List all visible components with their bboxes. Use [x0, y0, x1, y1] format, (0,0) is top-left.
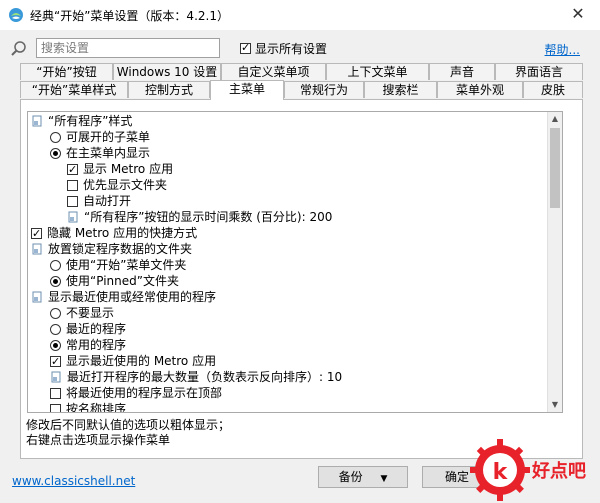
- checkbox[interactable]: [67, 162, 78, 178]
- tree-item[interactable]: 将最近使用的程序显示在顶部: [50, 385, 222, 401]
- tree-item[interactable]: 最近打开程序的最大数量（负数表示反向排序）: 10: [50, 369, 342, 385]
- tree-item-label: 在主菜单内显示: [66, 146, 151, 160]
- settings-tree[interactable]: “所有程序”样式 可展开的子菜单 在主菜单内显示 显示 Metro 应用 优先显…: [27, 111, 563, 413]
- tree-item-label: 隐藏 Metro 应用的快捷方式: [47, 226, 198, 240]
- tree-item[interactable]: 最近的程序: [50, 321, 126, 337]
- checkbox[interactable]: [67, 195, 78, 207]
- tree-item[interactable]: 隐藏 Metro 应用的快捷方式: [31, 225, 198, 242]
- checkbox[interactable]: [50, 387, 61, 399]
- tree-item[interactable]: 放置锁定程序数据的文件夹: [31, 241, 192, 257]
- tree-item[interactable]: 显示最近使用或经常使用的程序: [31, 289, 216, 305]
- checkbox[interactable]: [50, 354, 61, 370]
- backup-button[interactable]: 备份 ▼: [318, 466, 408, 488]
- scroll-up-icon[interactable]: ▲: [548, 112, 562, 126]
- tree-item-label: “所有程序”按钮的显示时间乘数 (百分比): 200: [84, 210, 333, 224]
- tree-item-label: 最近的程序: [66, 322, 127, 336]
- tree-item[interactable]: 自动打开: [67, 193, 131, 209]
- tree-item-label: 可展开的子菜单: [66, 130, 151, 144]
- document-icon: [32, 291, 42, 303]
- tree-item-label: 将最近使用的程序显示在顶部: [66, 386, 223, 400]
- tree-item[interactable]: 显示 Metro 应用: [67, 161, 174, 178]
- tree-item[interactable]: 可展开的子菜单: [50, 129, 150, 145]
- tree-item-label: 常用的程序: [66, 338, 127, 352]
- tree-item[interactable]: 按名称排序: [50, 401, 127, 413]
- status-line: 右键点击选项显示操作菜单: [26, 433, 171, 447]
- search-icon: [11, 41, 26, 56]
- checkbox[interactable]: [67, 179, 78, 191]
- tab-context-menu[interactable]: 上下文菜单: [326, 63, 429, 80]
- scroll-thumb[interactable]: [550, 128, 560, 208]
- show-all-label: 显示所有设置: [255, 42, 328, 56]
- tab-main-menu[interactable]: 主菜单: [210, 80, 284, 100]
- radio-button[interactable]: [50, 259, 61, 271]
- show-all-checkbox[interactable]: [240, 41, 251, 54]
- tree-scrollbar[interactable]: ▲ ▼: [547, 112, 562, 412]
- watermark-logo: k 好点吧: [470, 439, 586, 501]
- tree-item[interactable]: “所有程序”样式: [31, 113, 132, 129]
- tree-item-label: 优先显示文件夹: [83, 178, 168, 192]
- tree-item-label: “所有程序”样式: [48, 114, 133, 128]
- tree-item-label: 按名称排序: [66, 402, 127, 413]
- tab-search-box[interactable]: 搜索栏: [364, 81, 437, 98]
- tree-item[interactable]: 使用“开始”菜单文件夹: [50, 257, 186, 273]
- tree-item-label: 放置锁定程序数据的文件夹: [48, 242, 193, 256]
- radio-button[interactable]: [50, 323, 61, 335]
- tree-item-label: 不要显示: [66, 306, 115, 320]
- document-icon: [32, 243, 42, 255]
- tree-item[interactable]: 优先显示文件夹: [67, 177, 167, 193]
- tree-item-label: 使用“Pinned”文件夹: [66, 274, 179, 288]
- watermark-text: 好点吧: [531, 460, 586, 482]
- document-icon: [32, 115, 42, 127]
- window-title: 经典“开始”菜单设置（版本：4.2.1）: [30, 9, 229, 23]
- status-text: 修改后不同默认值的选项以粗体显示； 右键点击选项显示操作菜单: [26, 418, 230, 448]
- close-icon[interactable]: ✕: [556, 0, 600, 30]
- tree-item-label: 显示 Metro 应用: [83, 162, 174, 176]
- document-icon: [51, 371, 61, 383]
- show-all-settings[interactable]: 显示所有设置: [240, 40, 327, 57]
- tab-start-button[interactable]: “开始”按钮: [20, 63, 113, 80]
- tab-skin[interactable]: 皮肤: [523, 81, 583, 98]
- app-shell-icon: [9, 8, 23, 22]
- title-bar: 经典“开始”菜单设置（版本：4.2.1） ✕: [0, 0, 600, 30]
- tree-item-label: 最近打开程序的最大数量（负数表示反向排序）: 10: [67, 370, 343, 384]
- tree-item-label: 显示最近使用或经常使用的程序: [48, 290, 217, 304]
- tree-item[interactable]: 在主菜单内显示: [50, 145, 150, 161]
- radio-button[interactable]: [50, 307, 61, 319]
- tab-windows10-settings[interactable]: Windows 10 设置: [113, 63, 221, 80]
- tab-custom-menu-items[interactable]: 自定义菜单项: [221, 63, 326, 80]
- radio-button[interactable]: [50, 339, 61, 351]
- tree-item-label: 显示最近使用的 Metro 应用: [66, 354, 217, 368]
- tree-item-label: 自动打开: [83, 194, 132, 208]
- tree-item[interactable]: “所有程序”按钮的显示时间乘数 (百分比): 200: [67, 209, 332, 225]
- tab-menu-look[interactable]: 菜单外观: [437, 81, 523, 98]
- tab-sounds[interactable]: 声音: [429, 63, 495, 80]
- main-menu-panel: “所有程序”样式 可展开的子菜单 在主菜单内显示 显示 Metro 应用 优先显…: [20, 99, 583, 459]
- scroll-down-icon[interactable]: ▼: [548, 398, 562, 412]
- radio-button[interactable]: [50, 131, 61, 143]
- chevron-down-icon: ▼: [380, 474, 388, 484]
- checkbox[interactable]: [50, 403, 61, 412]
- radio-button[interactable]: [50, 275, 61, 287]
- tab-start-menu-style[interactable]: “开始”菜单样式: [20, 81, 128, 98]
- tree-item[interactable]: 显示最近使用的 Metro 应用: [50, 353, 217, 370]
- tab-general-behavior[interactable]: 常规行为: [284, 81, 364, 98]
- tree-item[interactable]: 使用“Pinned”文件夹: [50, 273, 179, 289]
- tab-language[interactable]: 界面语言: [495, 63, 583, 80]
- tree-item-label: 使用“开始”菜单文件夹: [66, 258, 187, 272]
- checkbox[interactable]: [31, 226, 42, 242]
- tree-item[interactable]: 常用的程序: [50, 337, 126, 353]
- website-link[interactable]: www.classicshell.net: [12, 474, 135, 488]
- document-icon: [68, 211, 78, 223]
- backup-label: 备份: [338, 470, 363, 484]
- tree-item[interactable]: 不要显示: [50, 305, 114, 321]
- search-input[interactable]: [36, 38, 220, 58]
- radio-button[interactable]: [50, 147, 61, 159]
- help-link[interactable]: 帮助...: [545, 41, 580, 58]
- status-line: 修改后不同默认值的选项以粗体显示；: [26, 418, 231, 432]
- tab-controls[interactable]: 控制方式: [128, 81, 210, 98]
- svg-text:k: k: [493, 460, 509, 485]
